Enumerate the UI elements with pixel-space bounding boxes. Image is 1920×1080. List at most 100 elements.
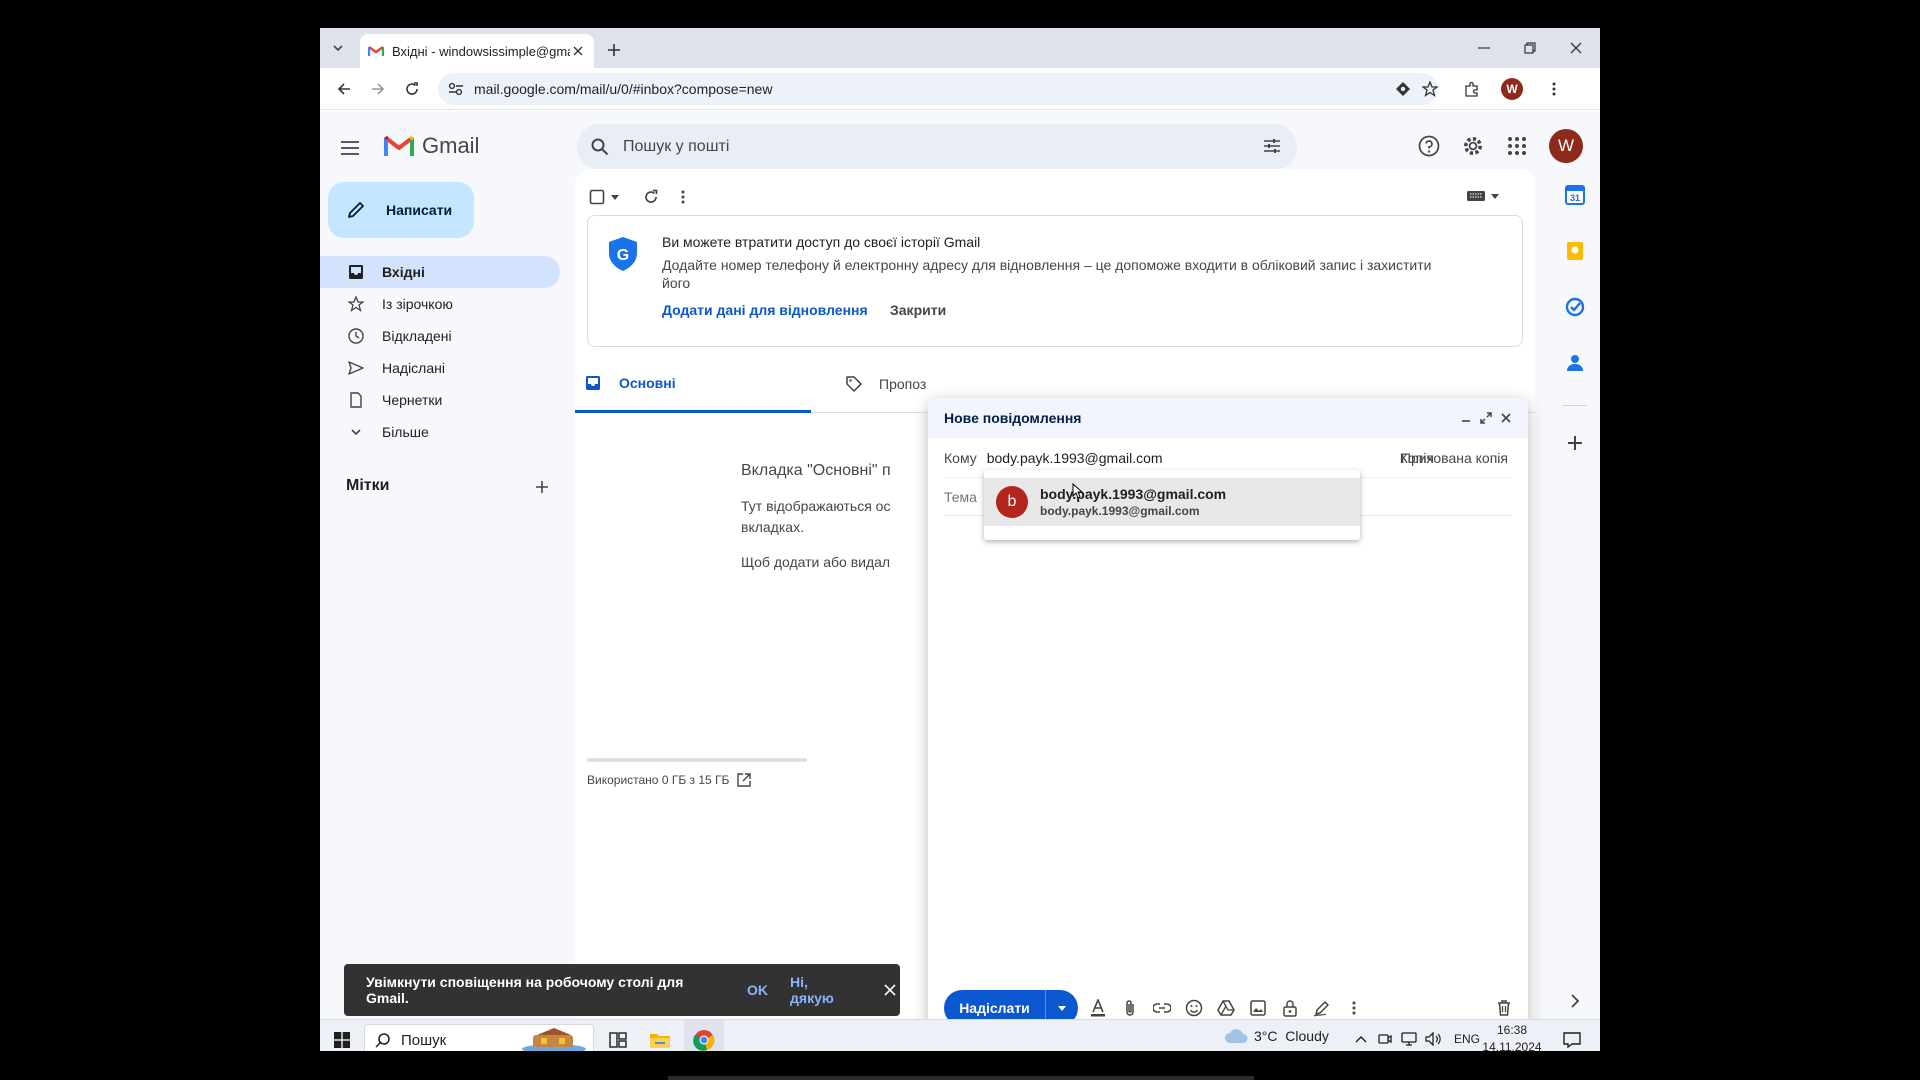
keep-icon[interactable] [1561,237,1589,265]
snackbar-decline-button[interactable]: Ні, дякую [790,974,854,1006]
to-input[interactable]: body.payk.1993@gmail.com [987,450,1163,466]
close-tab-icon[interactable] [570,43,586,59]
inbox-icon [585,375,601,391]
snackbar-text: Увімкнути сповіщення на робочому столі д… [366,974,684,1006]
google-drive-icon[interactable] [1216,998,1236,1018]
task-view-icon[interactable] [604,1026,632,1051]
dismiss-banner-button[interactable]: Закрити [890,302,946,318]
network-icon[interactable] [1400,1030,1418,1048]
snackbar-ok-button[interactable]: OK [747,982,768,998]
suggestion-name: body.payk.1993@gmail.com [1040,486,1227,502]
account-avatar[interactable]: W [1549,129,1583,163]
compose-button[interactable]: Написати [328,182,474,238]
language-indicator[interactable]: ENG [1454,1032,1480,1046]
weather-widget[interactable]: 3°C Cloudy [1224,1028,1329,1044]
minimize-icon[interactable] [1470,34,1498,62]
taskbar-clock[interactable]: 16:38 14.11.2024 [1480,1022,1544,1051]
get-addons-plus-icon[interactable] [1561,429,1589,457]
confidential-mode-icon[interactable] [1280,998,1300,1018]
forward-arrow-icon[interactable] [364,75,392,103]
search-placeholder: Пошук у пошті [623,138,730,155]
input-tools-toggle[interactable] [1467,191,1499,201]
settings-gear-icon[interactable] [1458,131,1488,161]
nav-more[interactable]: Більше [320,416,560,448]
insert-photo-icon[interactable] [1248,998,1268,1018]
site-settings-icon[interactable] [448,82,464,96]
nav-starred[interactable]: Із зірочкою [320,288,560,320]
browser-tab-gmail[interactable]: Вхідні - windowsissimple@gmail.com [360,34,594,68]
add-recovery-link[interactable]: Додати дані для відновлення [662,302,868,318]
side-panel-divider [1563,405,1587,406]
attach-file-icon[interactable] [1120,998,1140,1018]
chevron-right-icon[interactable] [1561,987,1589,1015]
nav-label: Більше [382,424,429,440]
extensions-puzzle-icon[interactable] [1460,77,1484,101]
storage-usage[interactable]: Використано 0 ГБ з 15 ГБ [587,773,752,787]
snackbar-close-icon[interactable] [880,980,900,1000]
nav-inbox[interactable]: Вхідні [320,256,560,288]
volume-icon[interactable] [1424,1030,1442,1048]
nav-snoozed[interactable]: Відкладені [320,320,560,352]
minimize-compose-icon[interactable] [1456,408,1476,428]
notifications-icon[interactable] [1558,1026,1586,1051]
contacts-icon[interactable] [1561,349,1589,377]
compose-header[interactable]: Нове повідомлення [928,398,1528,438]
browser-profile-avatar[interactable]: W [1501,78,1523,100]
compose-toolbar [1088,998,1364,1018]
search-options-icon[interactable] [1263,137,1281,155]
apps-grid-icon[interactable] [1502,131,1532,161]
signature-pen-icon[interactable] [1312,998,1332,1018]
weather-text: 3°C Cloudy [1254,1028,1329,1044]
new-tab-plus-icon[interactable] [600,36,628,64]
empty-state-line: Тут відображаються ос [741,498,891,514]
compose-body[interactable] [928,516,1528,976]
caret-down-icon [611,194,619,200]
add-label-plus-icon[interactable] [530,475,554,499]
bookmark-star-icon[interactable] [1420,79,1440,99]
close-compose-icon[interactable] [1496,408,1516,428]
compose-title: Нове повідомлення [944,410,1082,426]
more-vertical-icon[interactable] [671,185,695,209]
refresh-icon[interactable] [639,185,663,209]
calendar-icon[interactable]: 31 [1561,181,1589,209]
main-menu-icon[interactable] [332,130,368,166]
tab-primary[interactable]: Основні [575,355,811,413]
windows-start-icon[interactable] [328,1026,356,1051]
eye-tracking-icon[interactable] [1393,79,1413,99]
suggestion-email: body.payk.1993@gmail.com [1040,504,1200,518]
browser-menu-icon[interactable] [1542,77,1566,101]
empty-state-line: вкладках. [741,519,804,535]
more-options-icon[interactable] [1344,998,1364,1018]
suggestion-item[interactable]: b body.payk.1993@gmail.com body.payk.199… [984,478,1360,526]
close-window-icon[interactable] [1562,34,1590,62]
select-all-checkbox[interactable] [589,189,619,205]
nav-sent[interactable]: Надіслані [320,352,560,384]
tab-search-icon[interactable] [324,34,352,62]
insert-link-icon[interactable] [1152,998,1172,1018]
tag-icon [845,375,863,393]
gmail-logo[interactable]: Gmail [384,133,479,159]
open-in-new-icon [737,773,752,787]
address-bar[interactable]: mail.google.com/mail/u/0/#inbox?compose=… [438,73,1438,105]
chevron-down-icon [348,424,364,440]
file-explorer-icon[interactable] [644,1024,676,1051]
help-icon[interactable] [1414,131,1444,161]
discard-draft-trash-icon[interactable] [1494,998,1514,1018]
tasks-icon[interactable] [1561,293,1589,321]
search-icon[interactable] [591,138,609,156]
restore-icon[interactable] [1516,34,1544,62]
fullscreen-compose-icon[interactable] [1476,408,1496,428]
banner-title: Ви можете втратити доступ до своєї істор… [662,234,981,250]
taskbar-search-box[interactable]: Пошук [364,1024,594,1051]
back-arrow-icon[interactable] [330,75,358,103]
meet-now-icon[interactable] [1376,1030,1394,1048]
insert-emoji-icon[interactable] [1184,998,1204,1018]
bcc-link[interactable]: Прихована копія [1401,450,1508,466]
mail-search-box[interactable]: Пошук у пошті [577,124,1297,170]
chrome-taskbar-icon[interactable] [684,1020,724,1051]
recovery-warning-banner: G Ви можете втратити доступ до своєї іст… [587,215,1523,347]
nav-drafts[interactable]: Чернетки [320,384,560,416]
reload-icon[interactable] [398,75,426,103]
chevron-up-icon[interactable] [1352,1030,1370,1048]
formatting-options-icon[interactable] [1088,998,1108,1018]
